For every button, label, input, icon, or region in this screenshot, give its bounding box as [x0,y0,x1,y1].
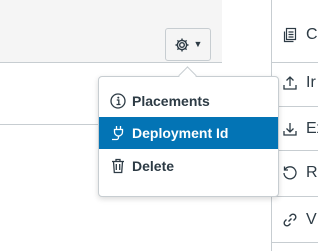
refresh-icon [283,166,297,180]
side-item-label: C [306,26,318,43]
download-icon [283,123,297,136]
side-item-label: R [306,164,318,181]
menu-item-placements[interactable]: Placements [99,85,278,117]
menu-item-delete[interactable]: Delete [99,150,278,182]
settings-menu-button[interactable]: ▼ [165,28,211,61]
settings-dropdown-menu: Placements Deployment Id Delete [98,76,279,197]
plug-icon [112,126,124,141]
upload-icon [283,76,297,90]
side-item-label: V [306,211,317,228]
menu-item-label: Placements [132,93,210,109]
menu-item-deployment-id[interactable]: Deployment Id [99,117,278,149]
link-icon [283,213,297,227]
copy-icon [283,27,297,43]
menu-item-label: Delete [132,158,175,174]
gear-icon [175,38,189,51]
side-item-copy[interactable]: C [272,12,318,58]
caret-down-icon: ▼ [193,39,203,49]
info-icon [110,93,126,109]
side-item-label: Ex [306,120,318,137]
side-item-link[interactable]: V [272,197,318,243]
menu-item-label: Deployment Id [132,125,229,141]
trash-icon [112,158,124,174]
divider [272,242,318,243]
side-item-label: Ir [306,74,316,91]
